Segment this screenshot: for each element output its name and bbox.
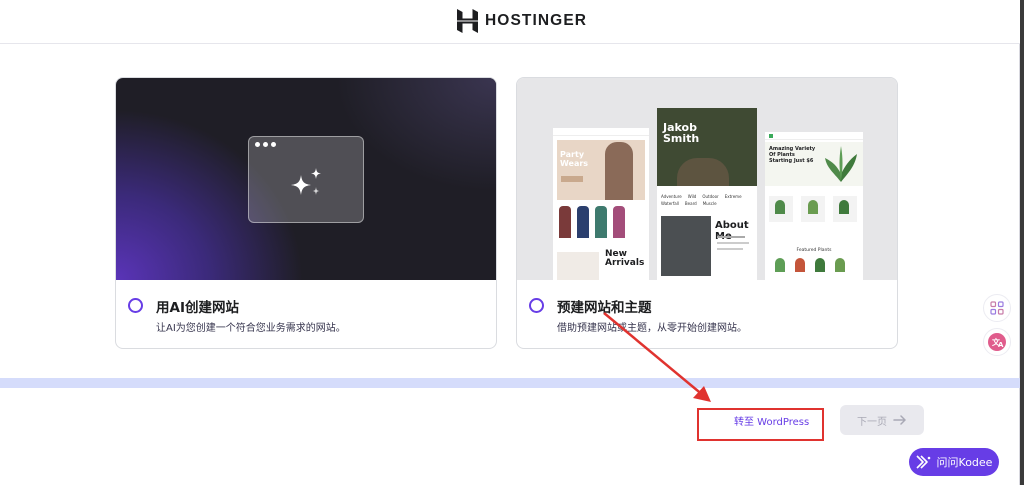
brand-logo[interactable]: HOSTINGER: [457, 9, 587, 33]
translate-icon: 文 A: [988, 333, 1006, 351]
portfolio-menu-item: Beard: [684, 201, 697, 206]
plants-section-title: Featured Plants: [796, 248, 832, 253]
option-title: 预建网站和主题: [557, 300, 652, 316]
sparkles-icon: [291, 168, 321, 195]
window-dots-icon: [255, 142, 276, 147]
template-preview-fashion: Party Wears New Arrivals: [553, 128, 649, 280]
kodee-label: 问问Kodee: [936, 456, 993, 469]
ask-kodee-button[interactable]: 问问Kodee: [909, 448, 999, 476]
header: HOSTINGER: [0, 0, 1020, 44]
option-card-body: 预建网站和主题 借助预建网站或主题，从零开始创建网站。: [517, 280, 897, 348]
onboarding-page: HOSTINGER 用AI创建网站 让AI为您创建一个符合您业务需求的网站。 P…: [0, 0, 1020, 485]
ai-builder-illustration: [116, 78, 496, 280]
option-card-templates[interactable]: Party Wears New Arrivals Jakob Smith Adv…: [516, 77, 898, 349]
portfolio-menu-item: Outdoor: [702, 194, 719, 199]
portfolio-menu-item: Waterfall: [661, 201, 679, 206]
svg-text:A: A: [998, 341, 1004, 349]
progress-band: [0, 378, 1020, 388]
radio-ai-builder[interactable]: [128, 298, 143, 313]
fashion-headline: Party Wears: [560, 150, 589, 168]
radio-templates[interactable]: [529, 298, 544, 313]
option-card-body: 用AI创建网站 让AI为您创建一个符合您业务需求的网站。: [116, 280, 496, 348]
plants-headline: Amazing Variety Of Plants Starting Just …: [769, 146, 816, 164]
portfolio-name: Jakob Smith: [663, 121, 700, 145]
translate-tool-button[interactable]: 文 A: [983, 328, 1011, 356]
go-to-wordpress-link[interactable]: 转至 WordPress: [734, 413, 809, 428]
next-button[interactable]: 下一页: [840, 405, 924, 435]
portfolio-menu-item: Muscle: [702, 201, 717, 206]
option-description: 借助预建网站或主题，从零开始创建网站。: [557, 323, 747, 334]
apps-grid-icon: [990, 301, 1004, 315]
option-card-ai-builder[interactable]: 用AI创建网站 让AI为您创建一个符合您业务需求的网站。: [115, 77, 497, 349]
brand-name: HOSTINGER: [485, 12, 588, 29]
hostinger-logo-icon: [457, 9, 478, 33]
kodee-icon: [915, 455, 930, 469]
template-preview-plants: Amazing Variety Of Plants Starting Just …: [765, 132, 863, 280]
next-button-label: 下一页: [857, 416, 887, 428]
portfolio-menu-item: Wild: [687, 194, 697, 199]
option-title: 用AI创建网站: [156, 300, 239, 316]
option-description: 让AI为您创建一个符合您业务需求的网站。: [156, 323, 346, 334]
arrow-right-icon: [893, 415, 906, 425]
apps-tool-button[interactable]: [983, 294, 1011, 322]
portfolio-section-title: About Me: [715, 220, 749, 242]
plant-illustration: [825, 146, 857, 182]
portfolio-menu-item: Extreme: [724, 194, 742, 199]
fashion-section-title: New Arrivals: [605, 249, 645, 268]
template-previews: Party Wears New Arrivals Jakob Smith Adv…: [517, 78, 897, 280]
ai-window-graphic: [248, 136, 364, 223]
template-preview-portfolio: Jakob Smith Adventure Wild Outdoor Extre…: [657, 108, 757, 280]
portfolio-menu-item: Adventure: [661, 194, 682, 199]
